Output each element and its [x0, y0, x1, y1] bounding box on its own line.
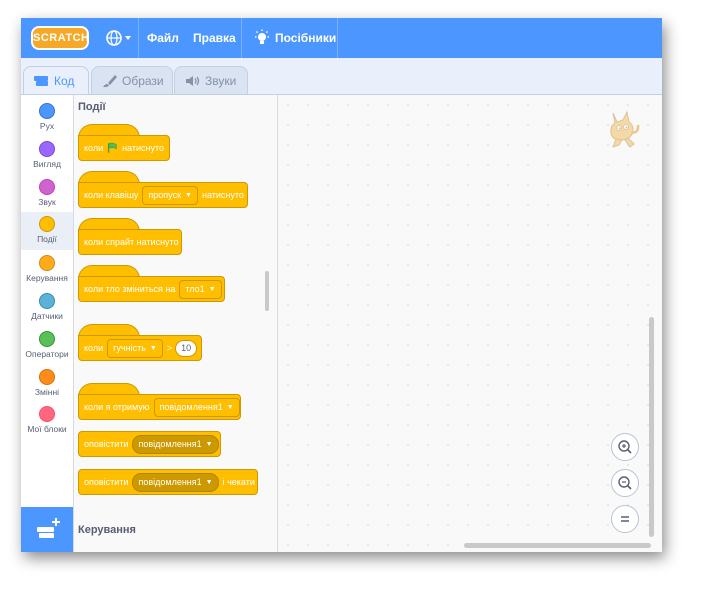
category-variables[interactable]: Змінні: [21, 365, 73, 403]
category-dot: [39, 331, 55, 347]
tab-code-label: Код: [54, 74, 75, 88]
vertical-scrollbar[interactable]: [649, 317, 654, 537]
when-sprite-clicked-block[interactable]: коли спрайт натиснуто: [78, 229, 182, 255]
broadcast-and-wait-block[interactable]: оповістити повідомлення1 ▼ і чекати: [78, 469, 258, 495]
category-label: Оператори: [25, 349, 69, 359]
category-my-blocks[interactable]: Мої блоки: [21, 402, 73, 440]
block-text: оповістити: [84, 439, 129, 449]
tab-code[interactable]: Код: [23, 66, 89, 94]
category-label: Звук: [38, 197, 56, 207]
scratch-logo[interactable]: SCRATCH: [31, 26, 89, 50]
edit-menu[interactable]: Правка: [193, 18, 236, 58]
backdrop-dropdown[interactable]: тло1 ▼: [179, 279, 222, 299]
globe-icon: [106, 30, 131, 46]
category-label: Рух: [39, 121, 55, 131]
category-menu: Рух Вигляд Звук Події Керування Датчики: [21, 95, 74, 552]
block-text: оповістити: [84, 477, 129, 487]
category-label: Вигляд: [33, 159, 61, 169]
category-dot: [39, 369, 55, 385]
category-label: Змінні: [34, 387, 60, 397]
tab-costumes-label: Образи: [122, 74, 164, 88]
extension-icon: [37, 518, 60, 538]
zoom-reset-button[interactable]: [611, 505, 639, 533]
tutorials-label: Посібники: [275, 31, 337, 45]
block-text: коли тло зміниться на: [84, 284, 176, 294]
language-menu[interactable]: [105, 28, 133, 48]
tab-sounds-label: Звуки: [205, 74, 237, 88]
key-dropdown[interactable]: пропуск ▼: [142, 185, 198, 205]
menu-divider: [337, 18, 338, 58]
tab-sounds[interactable]: Звуки: [174, 66, 248, 94]
code-icon: [34, 76, 48, 86]
category-sound[interactable]: Звук: [21, 175, 73, 213]
category-dot: [39, 103, 55, 119]
block-text: коли спрайт натиснуто: [84, 237, 179, 247]
category-dot: [39, 141, 55, 157]
scratch-window: SCRATCH Файл Правка Посібники Код Образи…: [21, 18, 662, 552]
message-dropdown[interactable]: повідомлення1 ▼: [153, 397, 240, 417]
category-looks[interactable]: Вигляд: [21, 137, 73, 175]
equals-icon: [621, 516, 629, 522]
block-text: коли: [84, 343, 104, 353]
menu-divider: [241, 18, 242, 58]
category-label: Події: [37, 234, 57, 244]
category-sensing[interactable]: Датчики: [21, 289, 73, 327]
script-area[interactable]: [278, 95, 662, 552]
block-text: >: [166, 343, 173, 353]
menu-bar: SCRATCH Файл Правка Посібники: [21, 18, 662, 58]
sensor-dropdown[interactable]: гучність ▼: [107, 338, 163, 358]
category-dot: [39, 179, 55, 195]
category-dot: [39, 216, 55, 232]
when-backdrop-switches-block[interactable]: коли тло зміниться на тло1 ▼: [78, 276, 225, 302]
palette-section-events: Події: [78, 101, 106, 113]
block-text: і чекати: [222, 477, 255, 487]
blocks-palette: Події коли натиснуто коли клавішу пропус…: [74, 95, 278, 552]
broadcast-block[interactable]: оповістити повідомлення1 ▼: [78, 431, 221, 457]
tab-costumes[interactable]: Образи: [91, 66, 173, 94]
category-dot: [39, 293, 55, 309]
message-dropdown[interactable]: повідомлення1 ▼: [132, 434, 219, 454]
green-flag-icon: [108, 142, 117, 153]
add-extension-button[interactable]: [21, 507, 73, 552]
editor-tabs: Код Образи Звуки: [21, 58, 662, 94]
category-label: Мої блоки: [27, 424, 67, 434]
message-dropdown[interactable]: повідомлення1 ▼: [132, 472, 219, 492]
sprite-cat-icon: [610, 110, 640, 148]
category-label: Датчики: [31, 311, 63, 321]
menu-divider: [138, 18, 139, 58]
zoom-in-icon: [618, 440, 632, 454]
palette-section-control: Керування: [78, 524, 136, 536]
category-dot: [39, 406, 55, 422]
zoom-in-button[interactable]: [611, 433, 639, 461]
block-text: натиснуто: [122, 143, 164, 153]
category-motion[interactable]: Рух: [21, 99, 73, 137]
when-flag-clicked-block[interactable]: коли натиснуто: [78, 135, 170, 161]
category-operators[interactable]: Оператори: [21, 327, 73, 365]
lightbulb-icon: [255, 29, 269, 44]
block-text: коли: [84, 143, 104, 153]
speaker-icon: [186, 76, 200, 86]
category-dot: [39, 255, 55, 271]
tutorials-menu[interactable]: Посібники: [253, 18, 336, 58]
when-greater-than-block[interactable]: коли гучність ▼ > 10: [78, 335, 202, 361]
block-text: коли я отримую: [84, 402, 150, 412]
category-events[interactable]: Події: [21, 212, 73, 250]
when-i-receive-block[interactable]: коли я отримую повідомлення1 ▼: [78, 394, 241, 420]
horizontal-scrollbar[interactable]: [464, 543, 651, 548]
category-label: Керування: [26, 273, 68, 283]
brush-icon: [103, 75, 117, 87]
zoom-out-button[interactable]: [611, 469, 639, 497]
when-key-pressed-block[interactable]: коли клавішу пропуск ▼ натиснуто: [78, 182, 248, 208]
editor-area: Рух Вигляд Звук Події Керування Датчики: [21, 94, 662, 552]
block-text: натиснуто: [201, 190, 244, 200]
threshold-input[interactable]: 10: [175, 339, 198, 357]
category-control[interactable]: Керування: [21, 251, 73, 289]
zoom-out-icon: [618, 476, 632, 490]
palette-scrollbar[interactable]: [265, 271, 269, 311]
block-text: коли клавішу: [84, 190, 139, 200]
file-menu[interactable]: Файл: [147, 18, 179, 58]
